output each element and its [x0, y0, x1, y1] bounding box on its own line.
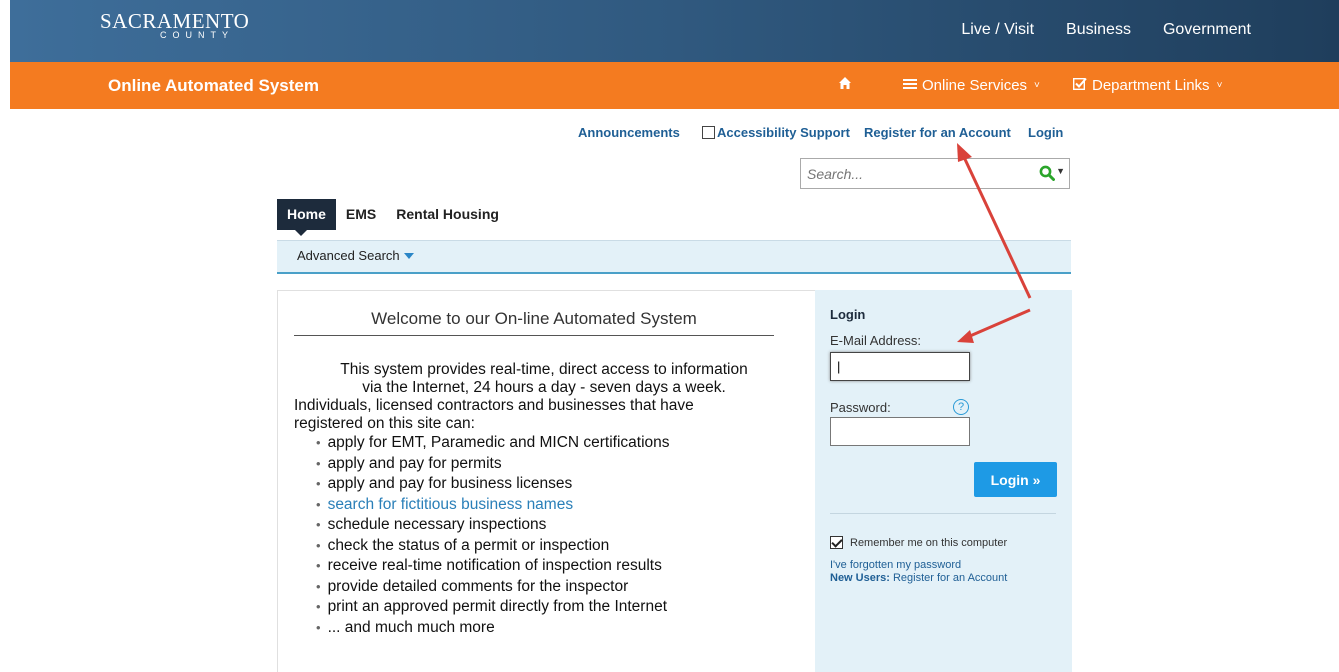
- home-icon[interactable]: [838, 76, 852, 95]
- search-input[interactable]: [801, 159, 1021, 188]
- accessibility-checkbox[interactable]: [702, 126, 715, 139]
- intro-line: This system provides real-time, direct a…: [340, 361, 748, 378]
- intro-line: via the Internet, 24 hours a day - seven…: [362, 379, 726, 396]
- list-item: apply and pay for business licenses: [316, 474, 794, 495]
- list-item-text: receive real-time notification of inspec…: [327, 557, 662, 574]
- list-item-text: schedule necessary inspections: [327, 516, 547, 533]
- login-panel-title: Login: [830, 307, 866, 322]
- module-tabs: Home EMS Rental Housing: [277, 199, 509, 236]
- tab-rental-housing[interactable]: Rental Housing: [386, 199, 509, 230]
- list-item: search for fictitious business names: [316, 495, 794, 516]
- list-item-text: provide detailed comments for the inspec…: [327, 577, 629, 595]
- search-dropdown-icon[interactable]: ▼: [1056, 166, 1065, 176]
- divider: [830, 513, 1056, 514]
- list-item-text: check the status of a permit or inspecti…: [327, 536, 610, 554]
- accessibility-link-text[interactable]: Accessibility Support: [717, 125, 850, 140]
- search-icon[interactable]: [1039, 165, 1055, 186]
- chevron-down-icon: ˅: [1216, 80, 1223, 91]
- login-button[interactable]: Login »: [974, 462, 1057, 497]
- list-item: print an approved permit directly from t…: [316, 597, 794, 618]
- nav-business[interactable]: Business: [1066, 21, 1131, 39]
- welcome-intro: This system provides real-time, direct a…: [294, 361, 794, 638]
- menu-list-icon: [903, 77, 917, 94]
- email-label: E-Mail Address:: [830, 333, 922, 348]
- tab-ems[interactable]: EMS: [336, 199, 386, 230]
- online-services-label: Online Services: [922, 77, 1028, 94]
- chevron-down-icon: ˅: [1034, 80, 1040, 91]
- tab-home[interactable]: Home: [277, 199, 336, 236]
- login-link[interactable]: Login: [1028, 125, 1063, 140]
- forgot-password-link[interactable]: I've forgotten my password: [830, 559, 961, 571]
- top-header: SACRAMENTO COUNTY Live / Visit Business …: [10, 0, 1339, 62]
- help-icon[interactable]: ?: [953, 399, 969, 415]
- top-nav: Live / Visit Business Government: [961, 21, 1251, 39]
- advanced-search-label: Advanced Search: [297, 248, 400, 263]
- list-item-text: print an approved permit directly from t…: [327, 598, 668, 615]
- remember-me-checkbox[interactable]: [830, 536, 843, 549]
- advanced-search-dropdown[interactable]: Advanced Search: [297, 248, 414, 263]
- register-link-text[interactable]: Register for an Account: [864, 125, 1011, 140]
- new-users-label: New Users:: [830, 572, 890, 584]
- welcome-card: Welcome to our On-line Automated System …: [277, 290, 815, 672]
- list-item-text: apply for EMT, Paramedic and MICN certif…: [327, 434, 670, 451]
- email-field[interactable]: [830, 352, 970, 381]
- triangle-down-icon: [403, 253, 414, 259]
- list-item: ... and much much more: [316, 618, 794, 639]
- login-link-text[interactable]: Login: [1028, 125, 1063, 140]
- list-item: check the status of a permit or inspecti…: [316, 536, 794, 557]
- department-links-label: Department Links: [1092, 77, 1210, 94]
- welcome-title: Welcome to our On-line Automated System: [294, 309, 774, 336]
- password-label: Password:: [830, 400, 891, 415]
- list-item: receive real-time notification of inspec…: [316, 556, 794, 577]
- announcements-link-text[interactable]: Announcements: [578, 125, 680, 140]
- checkbox-checked-icon: [1072, 77, 1087, 94]
- list-item: schedule necessary inspections: [316, 515, 794, 536]
- intro-line: registered on this site can:: [294, 415, 475, 432]
- password-field[interactable]: [830, 417, 970, 446]
- announcements-link[interactable]: Announcements: [578, 125, 680, 140]
- login-panel: Login E-Mail Address: Password: ? Login …: [815, 290, 1072, 672]
- department-links-menu[interactable]: Department Links ˅: [1072, 77, 1223, 94]
- list-item: apply and pay for permits: [316, 454, 794, 475]
- advanced-search-bar: Advanced Search: [277, 240, 1071, 274]
- logo-main-text: SACRAMENTO: [100, 9, 250, 33]
- new-users: New Users: Register for an Account: [830, 572, 1007, 584]
- orange-nav-bar: Online Automated System Online Services …: [10, 62, 1339, 109]
- register-link[interactable]: Register for an Account: [864, 125, 1011, 140]
- search-box: ▼: [800, 158, 1070, 189]
- nav-live-visit[interactable]: Live / Visit: [961, 21, 1034, 39]
- new-users-register-link[interactable]: Register for an Account: [893, 572, 1007, 584]
- list-item-text: ... and much much more: [327, 618, 495, 636]
- remember-me[interactable]: Remember me on this computer: [830, 536, 1007, 549]
- accessibility-support[interactable]: Accessibility Support: [702, 125, 850, 140]
- intro-line: Individuals, licensed contractors and bu…: [294, 397, 694, 414]
- nav-government[interactable]: Government: [1163, 21, 1251, 39]
- list-item-text: apply and pay for business licenses: [327, 475, 573, 492]
- sacramento-county-logo[interactable]: SACRAMENTO COUNTY: [100, 9, 250, 40]
- feature-list: apply for EMT, Paramedic and MICN certif…: [294, 433, 794, 638]
- list-item: apply for EMT, Paramedic and MICN certif…: [316, 433, 794, 454]
- system-title[interactable]: Online Automated System: [108, 76, 319, 96]
- fictitious-names-link[interactable]: search for fictitious business names: [328, 496, 574, 513]
- logo-sub-text: COUNTY: [160, 30, 234, 40]
- remember-me-label: Remember me on this computer: [850, 536, 1008, 549]
- list-item-text: apply and pay for permits: [327, 454, 502, 472]
- online-services-menu[interactable]: Online Services ˅: [903, 77, 1040, 94]
- list-item: provide detailed comments for the inspec…: [316, 577, 794, 598]
